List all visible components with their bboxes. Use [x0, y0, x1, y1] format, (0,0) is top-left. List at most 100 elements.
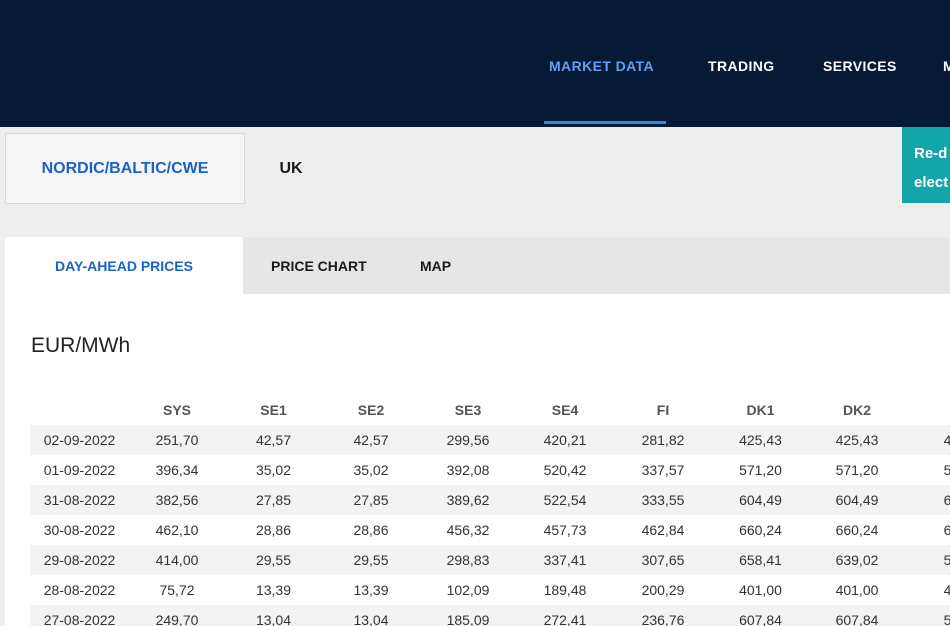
price-cell: 13,04	[322, 605, 420, 626]
date-cell: 31-08-2022	[30, 485, 129, 515]
price-cell: 660,24	[739, 522, 782, 538]
price-cell: 281,82	[614, 425, 712, 455]
price-cell: 658,41	[712, 545, 809, 575]
price-cell: 272,41	[516, 605, 614, 626]
price-cell: 13,04	[225, 605, 322, 626]
banner-line-2: elect	[914, 174, 949, 191]
price-cell: 392,08	[446, 462, 490, 478]
prices-table-container: SYS SE1 SE2 SE3 SE4 FI DK1 DK2 02-09-202…	[30, 394, 950, 626]
column-header[interactable]: DK2	[809, 394, 905, 425]
price-cell: 29,55	[322, 545, 420, 575]
active-nav-indicator	[544, 121, 666, 124]
price-cell: 299,56	[420, 425, 516, 455]
price-cell: 6	[943, 522, 950, 538]
price-cell: 236,76	[614, 605, 712, 626]
price-cell: 333,55	[614, 485, 712, 515]
price-cell: 382,56	[129, 485, 225, 515]
column-header[interactable]: DK1	[712, 394, 809, 425]
date-cell: 29-08-2022	[30, 545, 129, 575]
price-cell: 607,84	[809, 605, 905, 626]
price-cell: 420,21	[516, 425, 614, 455]
price-cell: 337,57	[641, 462, 685, 478]
table-row: 30-08-2022 462,10 28,86 28,86 456,32 457…	[30, 515, 950, 545]
region-selector: NORDIC/BALTIC/CWE UK Re-d elect	[0, 127, 950, 209]
price-cell: 4	[943, 582, 950, 598]
price-cell: 200,29	[641, 582, 685, 598]
table-row: 27-08-2022 249,70 13,04 13,04 185,09 272…	[30, 605, 950, 626]
price-cell: 28,86	[255, 522, 292, 538]
price-cell: 185,09	[420, 605, 516, 626]
price-cell: 27,85	[225, 485, 322, 515]
column-header	[30, 394, 129, 425]
price-cell: 425,43	[712, 425, 809, 455]
price-cell: 607,84	[712, 605, 809, 626]
price-cell: 660,24	[835, 522, 879, 538]
price-cell: 4	[905, 425, 950, 455]
price-cell: 5	[943, 462, 950, 478]
unit-label: EUR/MWh	[31, 334, 131, 357]
region-tab-uk[interactable]: UK	[245, 133, 337, 204]
price-cell: 27,85	[322, 485, 420, 515]
nav-more[interactable]: M	[943, 58, 950, 74]
day-ahead-prices-table: SYS SE1 SE2 SE3 SE4 FI DK1 DK2 02-09-202…	[30, 394, 950, 626]
view-tabs: DAY-AHEAD PRICES PRICE CHART MAP	[5, 237, 950, 294]
price-cell: 42,57	[322, 425, 420, 455]
price-cell: 425,43	[809, 425, 905, 455]
table-row: 29-08-2022 414,00 29,55 29,55 298,83 337…	[30, 545, 950, 575]
nav-trading[interactable]: TRADING	[708, 58, 775, 74]
price-cell: 42,57	[225, 425, 322, 455]
price-cell: 5	[905, 545, 950, 575]
price-cell: 102,09	[446, 582, 490, 598]
table-row: 01-09-2022 396,34 35,02 35,02 392,08 520…	[30, 455, 950, 485]
price-cell: 604,49	[809, 485, 905, 515]
price-cell: 396,34	[155, 462, 199, 478]
price-cell: 456,32	[446, 522, 490, 538]
column-header[interactable]: SYS	[129, 394, 225, 425]
column-header[interactable]: SE1	[225, 394, 322, 425]
tab-price-chart[interactable]: PRICE CHART	[271, 237, 367, 294]
price-cell: 298,83	[420, 545, 516, 575]
table-header-row: SYS SE1 SE2 SE3 SE4 FI DK1 DK2	[30, 394, 950, 425]
date-cell: 28-08-2022	[43, 582, 116, 598]
price-cell: 571,20	[739, 462, 782, 478]
price-cell: 571,20	[835, 462, 879, 478]
price-cell: 6	[905, 485, 950, 515]
prices-panel: EUR/MWh SYS SE1 SE2 SE3 SE4 FI DK1 DK2 0…	[5, 294, 950, 626]
price-cell: 457,73	[543, 522, 587, 538]
price-cell: 189,48	[543, 582, 587, 598]
price-cell: 604,49	[712, 485, 809, 515]
top-navigation-bar: MARKET DATA TRADING SERVICES M	[0, 0, 950, 127]
nav-market-data[interactable]: MARKET DATA	[549, 58, 654, 74]
price-cell: 251,70	[129, 425, 225, 455]
table-row: 02-09-2022 251,70 42,57 42,57 299,56 420…	[30, 425, 950, 455]
region-tab-nordic-baltic-cwe[interactable]: NORDIC/BALTIC/CWE	[5, 133, 245, 204]
price-cell: 13,39	[353, 582, 389, 598]
column-header[interactable]: SE3	[420, 394, 516, 425]
price-cell: 520,42	[543, 462, 587, 478]
redirect-banner[interactable]: Re-d elect	[902, 127, 950, 203]
price-cell: 249,70	[129, 605, 225, 626]
price-cell: 13,39	[255, 582, 292, 598]
banner-line-1: Re-d	[914, 145, 948, 162]
price-cell: 462,84	[641, 522, 685, 538]
price-cell: 35,02	[255, 462, 292, 478]
tab-day-ahead-prices[interactable]: DAY-AHEAD PRICES	[5, 237, 243, 294]
price-cell: 35,02	[353, 462, 389, 478]
column-header[interactable]	[905, 394, 950, 425]
date-cell: 27-08-2022	[30, 605, 129, 626]
nav-services[interactable]: SERVICES	[823, 58, 897, 74]
price-cell: 389,62	[420, 485, 516, 515]
table-row: 28-08-2022 75,72 13,39 13,39 102,09 189,…	[30, 575, 950, 605]
column-header[interactable]: FI	[614, 394, 712, 425]
column-header[interactable]: SE2	[322, 394, 420, 425]
date-cell: 01-09-2022	[43, 462, 116, 478]
price-cell: 75,72	[159, 582, 195, 598]
price-cell: 414,00	[129, 545, 225, 575]
price-cell: 462,10	[155, 522, 199, 538]
price-cell: 28,86	[353, 522, 389, 538]
price-cell: 5	[905, 605, 950, 626]
price-cell: 307,65	[614, 545, 712, 575]
price-cell: 401,00	[739, 582, 782, 598]
tab-map[interactable]: MAP	[420, 237, 451, 294]
column-header[interactable]: SE4	[516, 394, 614, 425]
